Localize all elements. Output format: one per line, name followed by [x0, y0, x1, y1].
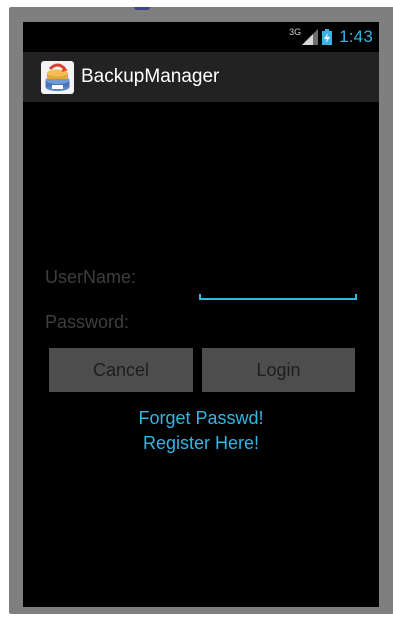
- app-icon[interactable]: [41, 60, 74, 94]
- forget-password-link[interactable]: Forget Passwd!: [23, 408, 379, 429]
- status-bar: 3G 1:43: [23, 22, 379, 52]
- register-link[interactable]: Register Here!: [23, 433, 379, 454]
- username-input[interactable]: [199, 272, 357, 298]
- status-time: 1:43: [339, 27, 373, 46]
- device-frame: 3G 1:43 BackupManager UserName: Password…: [9, 7, 393, 614]
- device-top-accent: [134, 7, 150, 10]
- status-icons: 3G 1:43: [289, 27, 373, 47]
- username-label: UserName:: [45, 267, 137, 287]
- signal-icon: [302, 29, 319, 45]
- battery-charging-icon: [322, 29, 333, 45]
- username-input-underline: [199, 298, 357, 300]
- input-underline-tick-left: [199, 294, 201, 299]
- app-title: BackupManager: [81, 66, 220, 87]
- password-label: Password:: [45, 312, 130, 332]
- phone-screen: 3G 1:43 BackupManager UserName: Password…: [23, 22, 379, 607]
- cancel-button[interactable]: Cancel: [49, 348, 193, 392]
- action-bar: BackupManager: [23, 52, 379, 102]
- login-button[interactable]: Login: [202, 348, 355, 392]
- input-underline-tick-right: [355, 294, 357, 299]
- network-type-label: 3G: [289, 27, 302, 37]
